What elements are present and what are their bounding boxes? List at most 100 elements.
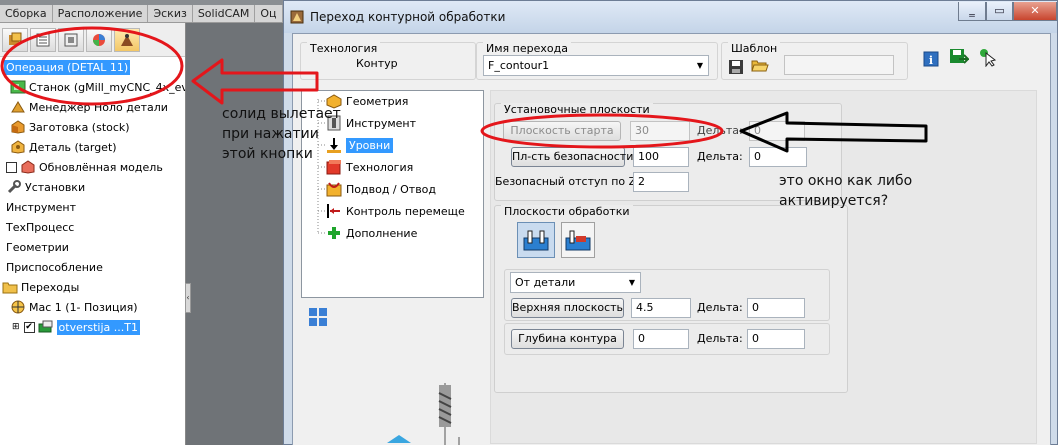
tree-item-stock[interactable]: Заготовка (stock) xyxy=(0,117,185,137)
safety-plane-field[interactable]: 100 xyxy=(633,147,689,167)
tree-item-geometries[interactable]: Геометрии xyxy=(0,237,185,257)
template-name-field[interactable] xyxy=(784,55,894,75)
upper-delta-field[interactable]: 0 xyxy=(747,298,805,318)
from-part-value: От детали xyxy=(515,276,576,289)
chevron-down-icon: ▼ xyxy=(628,278,635,287)
solidcam-tab[interactable] xyxy=(114,27,140,52)
panel-splitter-handle[interactable]: ‹ xyxy=(185,283,191,313)
save-template-button[interactable] xyxy=(726,57,746,77)
technology-group-title: Технология xyxy=(307,42,381,55)
tree-item-otverstija[interactable]: ⊞ ✔ otverstija ...T1 xyxy=(0,317,185,337)
from-part-dropdown[interactable]: От детали ▼ xyxy=(510,272,641,293)
tool-preview xyxy=(387,383,460,445)
annotation-right: это окно как либо активируется? xyxy=(779,171,912,211)
tree-item-target[interactable]: Деталь (target) xyxy=(0,137,185,157)
operation-name-group: Имя перехода F_contour1 ▼ xyxy=(476,42,718,80)
contour-operation-dialog: Переход контурной обработки ‗ ▭ ✕ Технол… xyxy=(283,0,1058,445)
nav-item-label: Инструмент xyxy=(346,116,417,130)
property-tab[interactable] xyxy=(30,27,56,52)
nav-item-label: Технология xyxy=(346,160,414,174)
depth-delta-label: Дельта: xyxy=(697,332,743,345)
upper-plane-button[interactable]: Верхняя плоскость xyxy=(511,298,624,318)
nav-item-motion-control[interactable]: Контроль перемеще xyxy=(326,201,465,221)
plane-mode-2-icon xyxy=(565,230,591,251)
tree-item-mac1[interactable]: Мас 1 (1- Позиция) xyxy=(0,297,185,317)
tree-item-label: Инструмент xyxy=(6,200,77,214)
tree-item-machine[interactable]: Станок (gMill_myCNC_4x_eval ) xyxy=(0,77,185,97)
checkbox-checked-icon[interactable]: ✔ xyxy=(23,321,35,333)
contour-depth-field[interactable]: 0 xyxy=(633,329,689,349)
tree-item-label: Мас 1 (1- Позиция) xyxy=(29,300,138,314)
machining-planes-title: Плоскости обработки xyxy=(501,205,633,218)
tree-item-label: Деталь (target) xyxy=(29,140,117,154)
open-folder-icon xyxy=(751,60,769,72)
checkbox[interactable] xyxy=(6,161,17,173)
start-plane-field[interactable]: 30 xyxy=(630,121,690,141)
expand-icon[interactable]: ⊞ xyxy=(12,322,20,332)
tree-item-part-manager[interactable]: Менеджер Ноло детали xyxy=(0,97,185,117)
safe-offset-label: Безопасный отступ по Z: xyxy=(495,175,640,188)
solidcam-app-icon xyxy=(290,10,304,24)
minimize-button[interactable]: ‗ xyxy=(958,2,986,21)
upper-plane-field[interactable]: 4.5 xyxy=(631,298,691,318)
tree-item-label: Приспособление xyxy=(6,260,103,274)
tab-solidcam[interactable]: SolidCAM xyxy=(193,5,256,22)
solidcam-icon xyxy=(121,33,133,46)
nav-item-label: Дополнение xyxy=(346,226,418,240)
nav-item-label: Контроль перемеще xyxy=(346,204,465,218)
feature-tree-tab[interactable] xyxy=(2,27,28,52)
dialog-titlebar: Переход контурной обработки ‗ ▭ ✕ xyxy=(284,1,1057,33)
info-button[interactable]: i xyxy=(921,49,941,69)
appearance-tab[interactable] xyxy=(86,27,112,52)
coordinate-system-icon xyxy=(11,300,25,314)
annotation-right-line: это окно как либо xyxy=(779,173,913,189)
safety-plane-button[interactable]: Пл-сть безопасности xyxy=(511,147,633,167)
maximize-button[interactable]: ▭ xyxy=(986,2,1013,21)
layout-button[interactable] xyxy=(308,307,328,327)
depth-delta-field[interactable]: 0 xyxy=(747,329,805,349)
nav-item-label: Подвод / Отвод xyxy=(346,182,437,196)
safety-delta-label: Дельта: xyxy=(697,150,743,163)
save-calculate-button[interactable] xyxy=(949,47,969,67)
tree-item-process[interactable]: ТехПроцесс xyxy=(0,217,185,237)
contour-depth-button[interactable]: Глубина контура xyxy=(511,329,624,349)
simulate-button[interactable] xyxy=(977,47,997,67)
tree-item-tools[interactable]: Инструмент xyxy=(0,197,185,217)
safe-offset-field[interactable]: 2 xyxy=(633,172,689,192)
tree-item-fixture[interactable]: Приспособление xyxy=(0,257,185,277)
plane-mode-button-2[interactable] xyxy=(561,222,595,258)
chevron-down-icon: ▼ xyxy=(696,61,703,70)
part-manager-icon xyxy=(11,101,25,113)
tree-item-operation[interactable]: Операция (DETAL 11) xyxy=(0,57,185,77)
nav-item-lead-in-out[interactable]: Подвод / Отвод xyxy=(326,179,436,199)
info-icon: i xyxy=(923,51,939,67)
tab-assembly[interactable]: Сборка xyxy=(0,5,53,22)
close-button[interactable]: ✕ xyxy=(1013,2,1057,21)
tree-item-label: Операция (DETAL 11) xyxy=(4,59,131,75)
config-tab[interactable] xyxy=(58,27,84,52)
save-icon xyxy=(729,60,743,74)
nav-item-additional[interactable]: Дополнение xyxy=(326,223,417,243)
start-delta-field[interactable]: 0 xyxy=(749,121,805,141)
tree-item-updated-model[interactable]: Обновлённая модель xyxy=(0,157,185,177)
tab-sketch[interactable]: Эскиз xyxy=(148,5,193,22)
tab-evaluate[interactable]: Оц xyxy=(255,5,283,22)
levels-settings-panel: Установочные плоскости Плоскость старта … xyxy=(490,90,1037,444)
operation-name-combo[interactable]: F_contour1 ▼ xyxy=(483,55,709,76)
template-group: Шаблон xyxy=(721,42,908,80)
plane-mode-1-icon xyxy=(523,230,549,251)
open-template-button[interactable] xyxy=(750,55,770,75)
tree-item-setups[interactable]: Установки xyxy=(0,177,185,197)
tab-layout[interactable]: Расположение xyxy=(53,5,149,22)
safety-delta-field[interactable]: 0 xyxy=(749,147,807,167)
nav-item-label: Уровни xyxy=(346,137,394,153)
start-plane-button[interactable]: Плоскость старта xyxy=(503,121,621,141)
tree-item-operations[interactable]: Переходы xyxy=(0,277,185,297)
annotation-right-line: активируется? xyxy=(779,193,889,209)
tree-item-label: ТехПроцесс xyxy=(6,220,75,234)
plane-mode-button-1[interactable] xyxy=(517,222,555,258)
tree-item-label: Обновлённая модель xyxy=(39,160,163,174)
technology-value: Контур xyxy=(356,57,398,70)
upper-delta-label: Дельта: xyxy=(697,301,743,314)
annotation-left-line: этой кнопки xyxy=(222,146,313,162)
